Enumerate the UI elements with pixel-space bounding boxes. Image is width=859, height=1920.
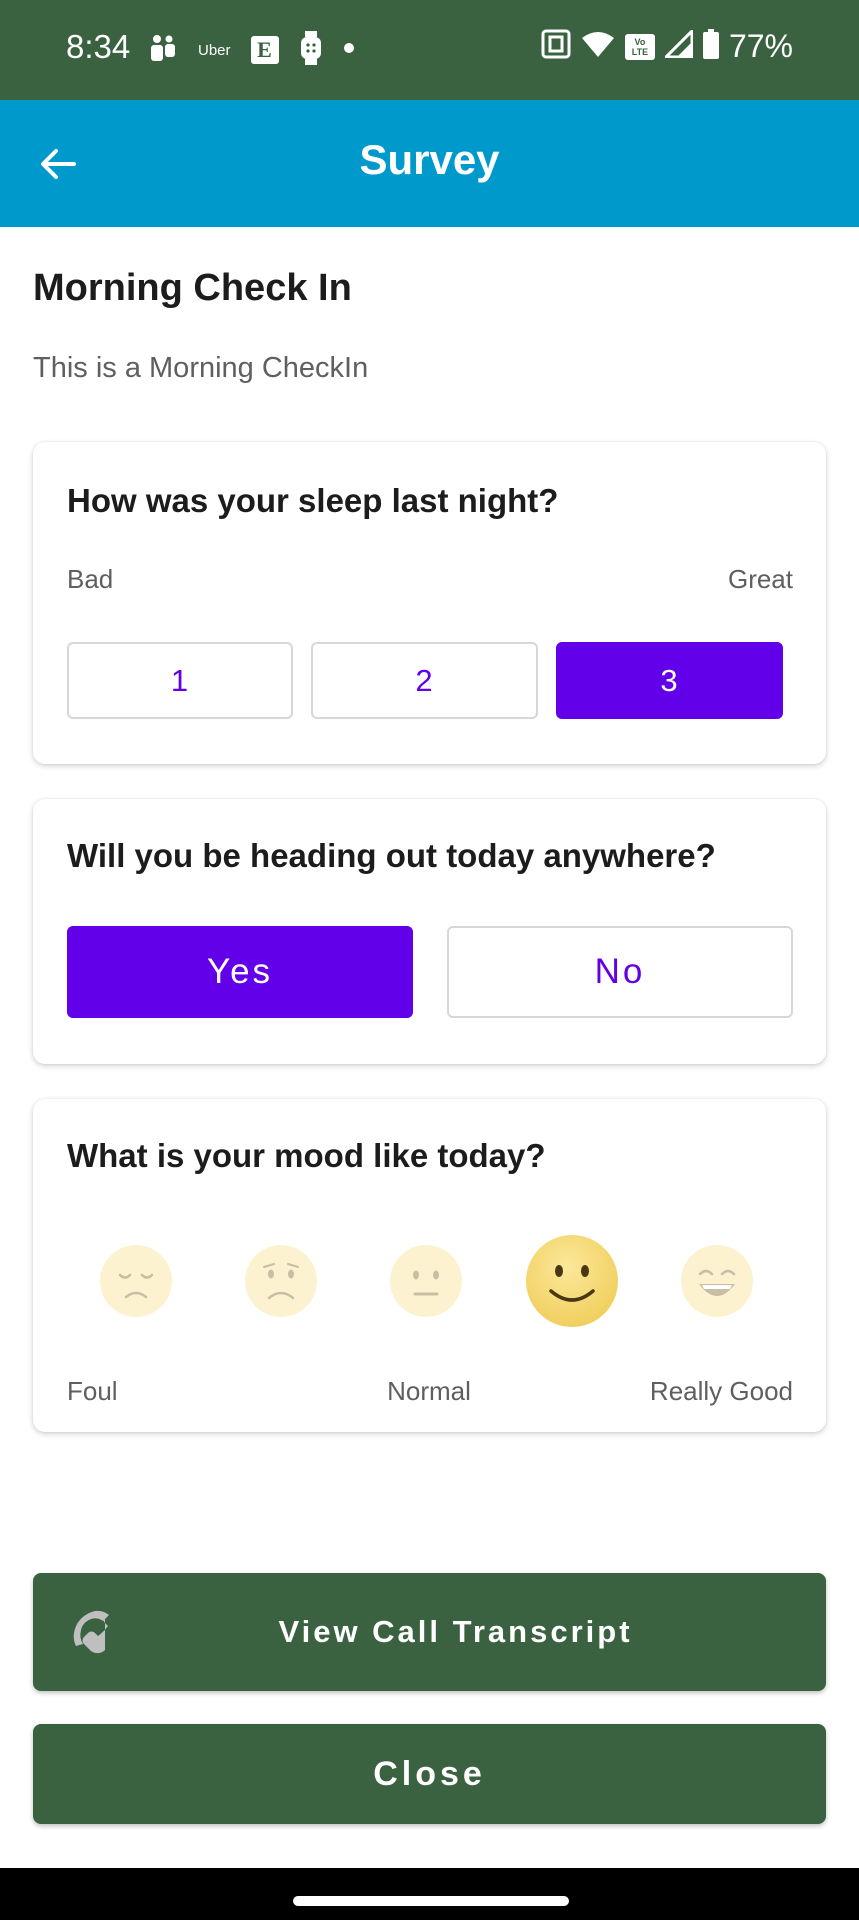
nfc-icon (541, 29, 571, 64)
volte-icon: Vo LTE (624, 33, 655, 60)
status-bar: 8:34 Uber E Vo LTE 77% (0, 0, 859, 100)
battery-percentage: 77% (728, 28, 793, 64)
question-card-heading-out: Will you be heading out today anywhere? … (33, 799, 826, 1064)
very-sad-face-icon[interactable] (99, 1244, 173, 1318)
app-bar-title: Survey (359, 136, 500, 183)
battery-icon (702, 29, 719, 64)
rating-option-1[interactable]: 1 (67, 642, 293, 719)
mood-label-high: Really Good (649, 1376, 793, 1406)
question-card-mood: What is your mood like today? Foul Norma… (33, 1099, 826, 1432)
volte-label: Vo LTE (631, 36, 649, 57)
neutral-face-icon[interactable] (389, 1244, 463, 1318)
etsy-icon-letter: E (257, 37, 272, 62)
more-notifications-dot-icon (343, 41, 355, 59)
question-title: How was your sleep last night? (67, 482, 559, 519)
uber-icon: Uber (198, 41, 231, 59)
phone-icon (63, 1606, 117, 1668)
back-button[interactable] (30, 136, 86, 192)
status-time: 8:34 (66, 28, 131, 65)
signal-icon (662, 27, 694, 63)
scale-min-label: Bad (67, 564, 114, 594)
wifi-icon (581, 30, 615, 63)
survey-description: This is a Morning CheckIn (33, 352, 369, 384)
etsy-icon: E (250, 36, 279, 64)
question-title: Will you be heading out today anywhere? (67, 837, 716, 874)
scale-max-label: Great (727, 564, 793, 594)
rating-option-2[interactable]: 2 (311, 642, 538, 719)
smiling-face-icon[interactable] (524, 1233, 620, 1329)
teams-icon (148, 33, 178, 68)
view-call-transcript-button[interactable]: View Call Transcript (33, 1573, 826, 1691)
arrow-back-icon (41, 149, 76, 179)
app-bar: Survey (0, 100, 859, 227)
home-indicator[interactable] (293, 1896, 569, 1906)
survey-title: Morning Check In (33, 267, 352, 309)
grinning-face-icon[interactable] (680, 1244, 754, 1318)
mood-label-low: Foul (67, 1376, 118, 1406)
mood-label-mid: Normal (387, 1376, 471, 1406)
yes-button[interactable]: Yes (67, 926, 413, 1018)
sad-face-icon[interactable] (244, 1244, 318, 1318)
view-call-transcript-label: View Call Transcript (278, 1614, 633, 1649)
navigation-bar (0, 1868, 859, 1920)
notification-icons: Uber E (148, 30, 355, 70)
watch-icon (299, 30, 323, 70)
system-status-icons: Vo LTE 77% (541, 27, 793, 65)
no-button[interactable]: No (447, 926, 793, 1018)
rating-option-3[interactable]: 3 (556, 642, 783, 719)
question-title: What is your mood like today? (67, 1137, 546, 1174)
question-card-sleep: How was your sleep last night? Bad Great… (33, 442, 826, 764)
close-button[interactable]: Close (33, 1724, 826, 1824)
